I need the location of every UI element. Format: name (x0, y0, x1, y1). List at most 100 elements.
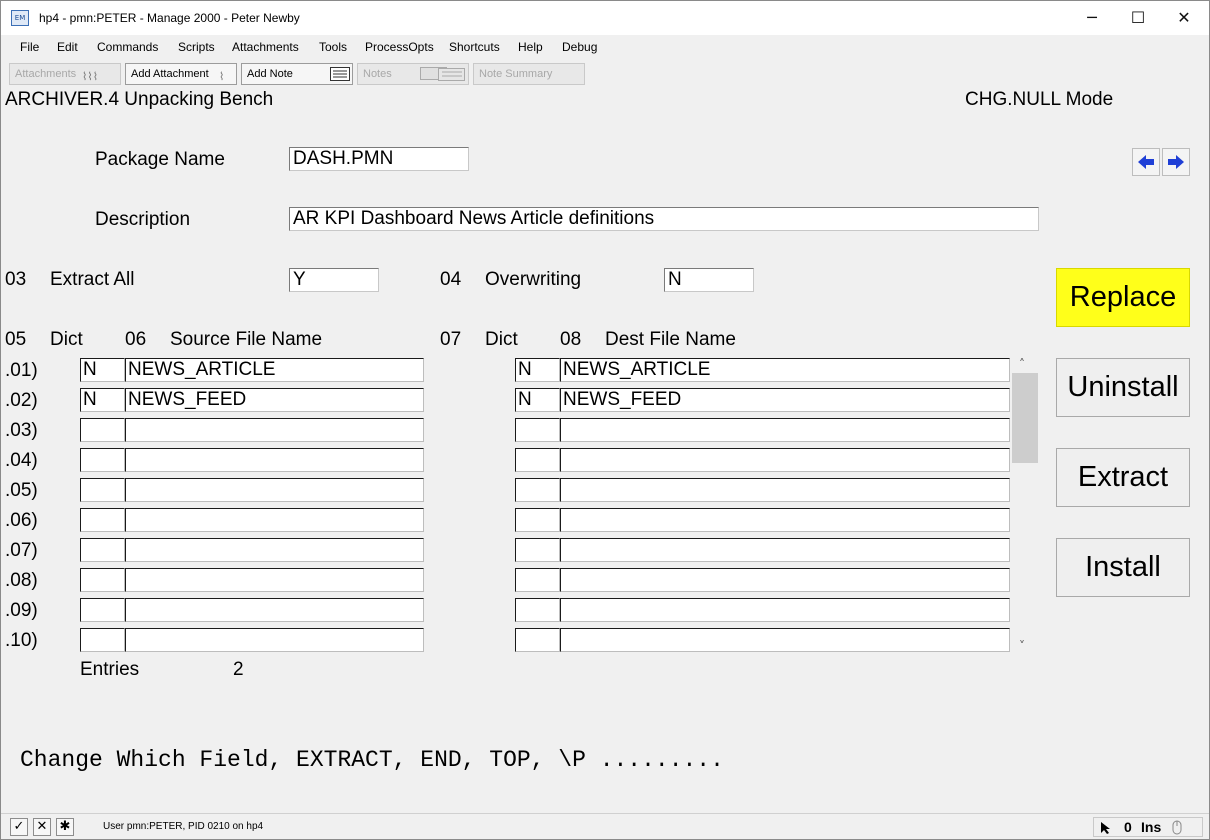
source-dict-cell[interactable] (80, 478, 125, 502)
dest-dict-cell[interactable] (515, 628, 560, 652)
source-file-cell[interactable] (125, 418, 424, 442)
next-record-button[interactable] (1162, 148, 1190, 176)
source-dict-cell[interactable]: N (80, 388, 125, 412)
maximize-button[interactable]: ☐ (1115, 1, 1161, 35)
dest-file-cell[interactable] (560, 478, 1010, 502)
app-icon: EM (11, 10, 29, 26)
accept-icon[interactable]: ✓ (10, 818, 28, 836)
row-number: .08) (5, 570, 38, 591)
source-dict-cell[interactable] (80, 568, 125, 592)
source-dict-cell[interactable] (80, 448, 125, 472)
menu-attachments[interactable]: Attachments (232, 40, 299, 54)
dest-dict-cell[interactable] (515, 508, 560, 532)
source-file-cell[interactable] (125, 448, 424, 472)
scroll-up-icon[interactable]: ˄ (1019, 357, 1025, 371)
add-note-button[interactable]: Add Note (241, 63, 353, 85)
status-counter: 0 (1124, 819, 1132, 835)
dest-file-cell[interactable] (560, 598, 1010, 622)
row-number: .09) (5, 600, 38, 621)
extract-button[interactable]: Extract (1056, 448, 1190, 507)
dest-file-cell[interactable] (560, 508, 1010, 532)
close-button[interactable]: ✕ (1161, 1, 1207, 35)
overwriting-label: Overwriting (485, 269, 582, 290)
note-summary-button[interactable]: Note Summary (473, 63, 585, 85)
uninstall-button[interactable]: Uninstall (1056, 358, 1190, 417)
dest-file-cell[interactable] (560, 628, 1010, 652)
menu-scripts[interactable]: Scripts (178, 40, 215, 54)
source-file-cell[interactable]: NEWS_ARTICLE (125, 358, 424, 382)
source-file-cell[interactable]: NEWS_FEED (125, 388, 424, 412)
row-number: .03) (5, 420, 38, 441)
description-label: Description (95, 209, 191, 230)
source-dict-cell[interactable]: N (80, 358, 125, 382)
dest-dict-cell[interactable]: N (515, 388, 560, 412)
paperclip-icon: ⌇⌇⌇ (82, 70, 99, 83)
scroll-thumb[interactable] (1012, 373, 1038, 463)
dest-dict-cell[interactable] (515, 538, 560, 562)
attachments-button[interactable]: Attachments ⌇⌇⌇ (9, 63, 121, 85)
dest-dict-cell[interactable]: N (515, 358, 560, 382)
dest-file-cell[interactable] (560, 418, 1010, 442)
dest-dict-cell[interactable] (515, 598, 560, 622)
menu-help[interactable]: Help (518, 40, 543, 54)
paperclip-icon: ⌇ (219, 70, 225, 83)
app-window: EM hp4 - pmn:PETER - Manage 2000 - Peter… (0, 0, 1210, 840)
previous-record-button[interactable] (1132, 148, 1160, 176)
notes-label: Notes (363, 68, 392, 80)
dest-file-cell[interactable] (560, 448, 1010, 472)
grid-scrollbar[interactable]: ˄ ˅ (1011, 357, 1039, 655)
star-icon[interactable]: ✱ (56, 818, 74, 836)
row-number: .10) (5, 630, 38, 651)
extract-all-label: Extract All (50, 269, 135, 290)
dest-file-cell[interactable] (560, 568, 1010, 592)
install-button[interactable]: Install (1056, 538, 1190, 597)
package-name-field[interactable]: DASH.PMN (289, 147, 469, 171)
command-prompt[interactable]: Change Which Field, EXTRACT, END, TOP, \… (20, 747, 724, 773)
col-05-header: Dict (50, 329, 83, 350)
row-number: .06) (5, 510, 38, 531)
menu-commands[interactable]: Commands (97, 40, 158, 54)
status-text: User pmn:PETER, PID 0210 on hp4 (103, 821, 264, 832)
source-file-cell[interactable] (125, 568, 424, 592)
window-title: hp4 - pmn:PETER - Manage 2000 - Peter Ne… (39, 11, 300, 25)
dest-dict-cell[interactable] (515, 478, 560, 502)
insert-mode-indicator: Ins (1141, 819, 1162, 835)
source-dict-cell[interactable] (80, 538, 125, 562)
source-dict-cell[interactable] (80, 628, 125, 652)
menu-debug[interactable]: Debug (562, 40, 597, 54)
title-bar: EM hp4 - pmn:PETER - Manage 2000 - Peter… (1, 1, 1209, 35)
menu-tools[interactable]: Tools (319, 40, 347, 54)
row-number: .02) (5, 390, 38, 411)
overwriting-field[interactable]: N (664, 268, 754, 292)
menu-shortcuts[interactable]: Shortcuts (449, 40, 500, 54)
extract-all-field[interactable]: Y (289, 268, 379, 292)
scroll-down-icon[interactable]: ˅ (1019, 639, 1025, 653)
notes-button[interactable]: Notes (357, 63, 469, 85)
dest-file-cell[interactable] (560, 538, 1010, 562)
source-file-cell[interactable] (125, 508, 424, 532)
dest-file-cell[interactable]: NEWS_ARTICLE (560, 358, 1010, 382)
source-dict-cell[interactable] (80, 598, 125, 622)
menu-file[interactable]: File (20, 40, 39, 54)
minimize-button[interactable]: ─ (1069, 1, 1115, 35)
source-file-cell[interactable] (125, 598, 424, 622)
add-attachment-label: Add Attachment (131, 68, 209, 80)
cancel-icon[interactable]: ✕ (33, 818, 51, 836)
replace-button[interactable]: Replace (1056, 268, 1190, 327)
source-file-cell[interactable] (125, 538, 424, 562)
dest-file-cell[interactable]: NEWS_FEED (560, 388, 1010, 412)
add-attachment-button[interactable]: Add Attachment ⌇ (125, 63, 237, 85)
menu-processopts[interactable]: ProcessOpts (365, 40, 434, 54)
overwriting-number: 04 (440, 269, 462, 290)
source-dict-cell[interactable] (80, 508, 125, 532)
add-note-label: Add Note (247, 68, 293, 80)
source-file-cell[interactable] (125, 478, 424, 502)
source-dict-cell[interactable] (80, 418, 125, 442)
dest-dict-cell[interactable] (515, 568, 560, 592)
dest-dict-cell[interactable] (515, 418, 560, 442)
entries-label: Entries (80, 659, 140, 680)
description-field[interactable]: AR KPI Dashboard News Article definition… (289, 207, 1039, 231)
menu-edit[interactable]: Edit (57, 40, 78, 54)
source-file-cell[interactable] (125, 628, 424, 652)
dest-dict-cell[interactable] (515, 448, 560, 472)
